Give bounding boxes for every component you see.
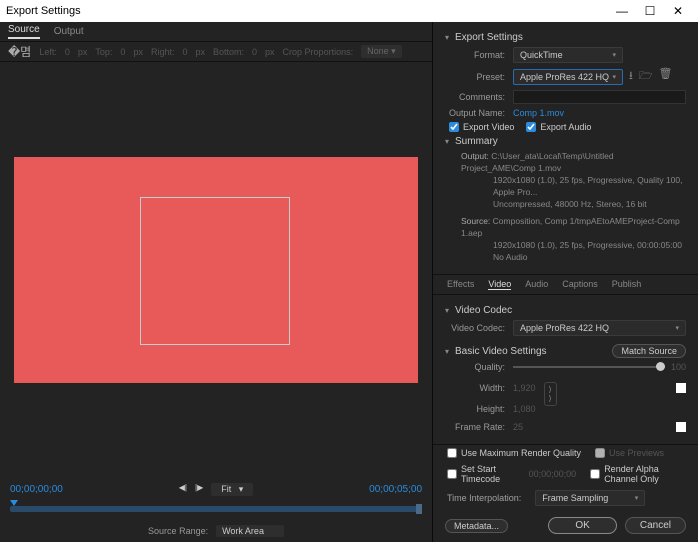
preview-canvas [14, 157, 418, 383]
tab-publish[interactable]: Publish [612, 279, 642, 290]
framerate-value: 25 [513, 422, 523, 432]
close-button[interactable]: ✕ [664, 4, 692, 18]
prev-frame-button[interactable]: ◀| [179, 483, 187, 496]
output-name-label: Output Name: [445, 108, 513, 118]
comments-label: Comments: [445, 92, 513, 102]
zoom-fit-dropdown[interactable]: Fit ▾ [211, 483, 253, 496]
basic-video-heading[interactable]: ▾Basic Video Settings Match Source [445, 344, 686, 358]
preset-dropdown[interactable]: Apple ProRes 422 HQ▾ [513, 69, 623, 85]
tab-video[interactable]: Video [488, 279, 511, 290]
ok-button[interactable]: OK [548, 517, 616, 534]
window-title: Export Settings [6, 5, 81, 17]
max-render-quality-checkbox[interactable]: Use Maximum Render Quality [447, 448, 581, 458]
set-start-timecode-checkbox[interactable]: Set Start Timecode [447, 464, 515, 484]
use-previews-checkbox: Use Previews [595, 448, 664, 458]
crop-icon[interactable]: �몀 [8, 43, 31, 60]
crop-top-label: Top: [95, 47, 112, 57]
width-match-checkbox[interactable] [676, 383, 686, 393]
crop-proportions-dropdown[interactable]: None ▾ [361, 45, 402, 58]
export-video-checkbox[interactable]: Export Video [449, 122, 514, 132]
preview-area [0, 62, 432, 478]
crop-toolbar: �몀 Left:0px Top:0px Right:0px Bottom:0px… [0, 42, 432, 62]
video-codec-label: Video Codec: [445, 323, 513, 333]
end-timecode: 00;00;05;00 [369, 484, 422, 495]
tab-output[interactable]: Output [54, 26, 84, 37]
video-codec-dropdown[interactable]: Apple ProRes 422 HQ▾ [513, 320, 686, 336]
next-frame-button[interactable]: |▶ [195, 483, 203, 496]
playbar: 00;00;00;00 ◀| |▶ Fit ▾ 00;00;05;00 [0, 478, 432, 500]
render-alpha-checkbox[interactable]: Render Alpha Channel Only [590, 464, 684, 484]
settings-tabs: Effects Video Audio Captions Publish [433, 274, 698, 295]
video-codec-heading[interactable]: ▾Video Codec [445, 305, 686, 316]
time-interpolation-label: Time Interpolation: [447, 493, 521, 503]
safe-area-box [140, 197, 290, 345]
width-label: Width: [445, 383, 513, 393]
comments-input[interactable] [513, 90, 686, 104]
framerate-label: Frame Rate: [445, 422, 513, 432]
tab-captions[interactable]: Captions [562, 279, 598, 290]
quality-slider[interactable] [513, 366, 665, 368]
minimize-button[interactable]: — [608, 4, 636, 18]
quality-label: Quality: [445, 362, 513, 372]
tab-audio[interactable]: Audio [525, 279, 548, 290]
summary-text: Output: C:\User_ata\Local\Temp\Untitled … [445, 151, 686, 264]
framerate-match-checkbox[interactable] [676, 422, 686, 432]
crop-right-label: Right: [151, 47, 175, 57]
tab-source[interactable]: Source [8, 24, 40, 39]
crop-left-label: Left: [39, 47, 57, 57]
crop-bottom-label: Bottom: [213, 47, 244, 57]
quality-value: 100 [671, 362, 686, 372]
link-dimensions-icon[interactable]: ⟩⟩ [544, 382, 557, 406]
time-interpolation-dropdown[interactable]: Frame Sampling▾ [535, 490, 645, 506]
crop-proportions-label: Crop Proportions: [283, 47, 354, 57]
metadata-button[interactable]: Metadata... [445, 519, 508, 533]
preview-tabs: Source Output [0, 22, 432, 42]
match-source-button[interactable]: Match Source [612, 344, 686, 358]
height-label: Height: [445, 404, 513, 414]
cancel-button[interactable]: Cancel [625, 517, 686, 534]
export-audio-checkbox[interactable]: Export Audio [526, 122, 591, 132]
source-range-label: Source Range: [148, 526, 208, 536]
save-preset-icon[interactable]: ⭳ [629, 67, 633, 86]
timeline[interactable] [0, 500, 432, 520]
start-timecode-value: 00;00;00;00 [529, 469, 577, 479]
preset-label: Preset: [445, 72, 513, 82]
source-range-dropdown[interactable]: Work Area [216, 525, 284, 537]
delete-preset-icon[interactable]: 🗑 [659, 67, 673, 86]
height-value: 1,080 [513, 404, 536, 414]
maximize-button[interactable]: ☐ [636, 4, 664, 18]
format-dropdown[interactable]: QuickTime▾ [513, 47, 623, 63]
start-timecode[interactable]: 00;00;00;00 [10, 484, 63, 495]
format-label: Format: [445, 50, 513, 60]
summary-heading[interactable]: ▾Summary [445, 136, 686, 147]
output-name-link[interactable]: Comp 1.mov [513, 108, 564, 118]
export-settings-heading[interactable]: ▾Export Settings [445, 32, 686, 43]
end-marker[interactable] [416, 504, 422, 514]
title-bar: Export Settings — ☐ ✕ [0, 0, 698, 22]
width-value: 1,920 [513, 383, 536, 393]
import-preset-icon[interactable]: 🗁 [639, 67, 653, 86]
tab-effects[interactable]: Effects [447, 279, 474, 290]
